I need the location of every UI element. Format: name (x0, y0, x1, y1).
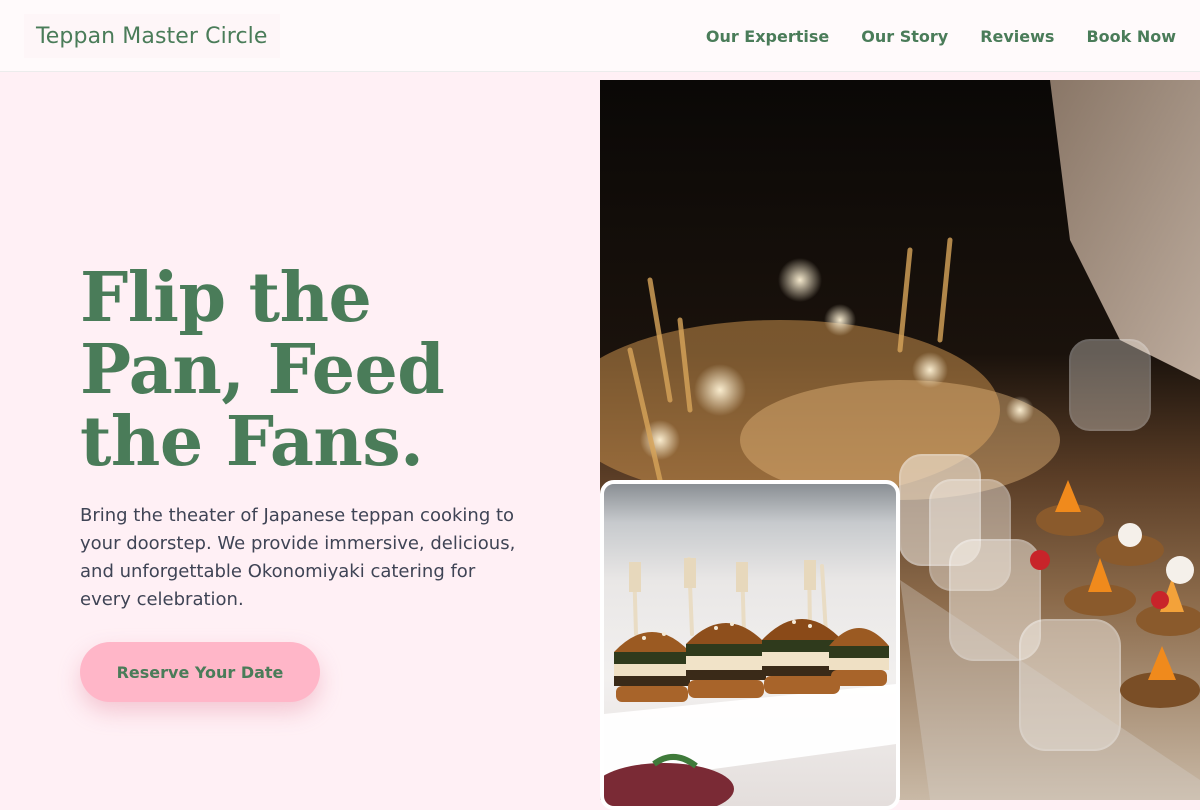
logo-link[interactable]: Teppan Master Circle (24, 14, 280, 58)
hero-text: Flip the Pan, Feed the Fans. Bring the t… (80, 262, 550, 614)
site-logo: Teppan Master Circle (36, 23, 268, 49)
hero-title: Flip the Pan, Feed the Fans. (80, 258, 445, 482)
nav-link-book-now[interactable]: Book Now (1086, 27, 1176, 46)
reserve-date-button[interactable]: Reserve Your Date (80, 642, 320, 702)
nav-link-reviews[interactable]: Reviews (980, 27, 1054, 46)
mini-burgers-photo (600, 480, 900, 810)
nav-link-our-story[interactable]: Our Story (861, 27, 948, 46)
nav-link-our-expertise[interactable]: Our Expertise (706, 27, 829, 46)
main-nav: Our Expertise Our Story Reviews Book Now (706, 0, 1176, 72)
site-header: Teppan Master Circle Our Expertise Our S… (0, 0, 1200, 72)
hero-subtitle: Bring the theater of Japanese teppan coo… (80, 505, 516, 610)
